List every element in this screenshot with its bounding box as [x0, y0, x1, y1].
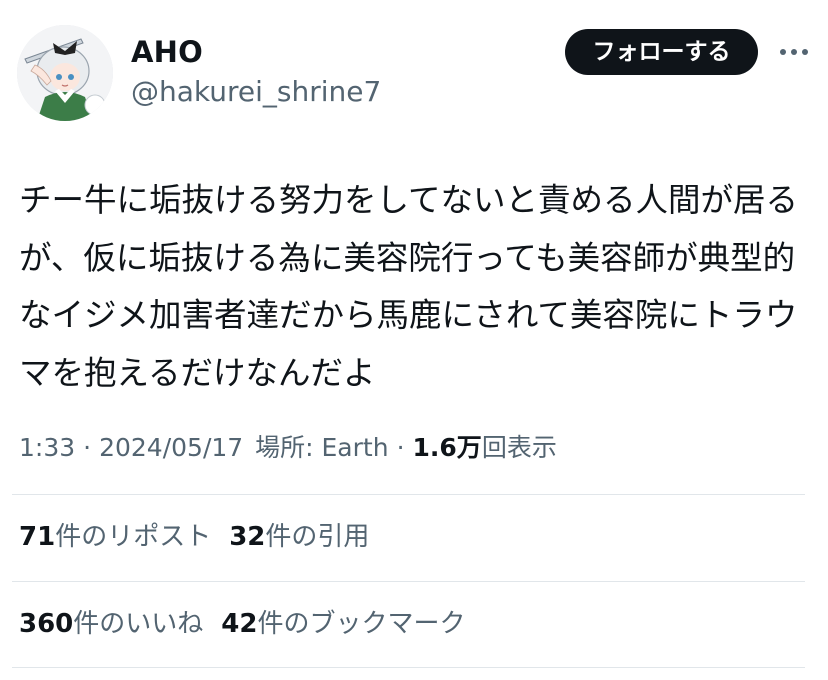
tweet-text: チー牛に垢抜ける努力をしてないと責める人間が居るが、仮に垢抜ける為に美容院行って… [19, 181, 799, 392]
follow-button[interactable]: フォローする [565, 29, 758, 75]
meta-separator: · [83, 433, 92, 462]
views-count: 1.6万 [412, 433, 482, 462]
divider [12, 581, 805, 582]
likes-label: 件のいいね [73, 609, 204, 639]
meta-separator: · [396, 433, 405, 462]
avatar[interactable] [17, 25, 113, 121]
quotes-label: 件の引用 [265, 522, 370, 552]
user-handle[interactable]: @hakurei_shrine7 [131, 72, 381, 112]
tweet-time[interactable]: 1:33 [19, 433, 75, 462]
reposts-count: 71 [19, 522, 56, 552]
display-name[interactable]: AHO [131, 32, 203, 72]
reposts-label: 件のリポスト [55, 522, 212, 552]
quotes-stat[interactable]: 32件の引用 [229, 515, 369, 559]
tweet-detail: AHO @hakurei_shrine7 フォローする チー牛に垢抜ける努力をし… [0, 0, 828, 680]
tweet-date[interactable]: 2024/05/17 [99, 433, 243, 462]
views-label: 回表示 [481, 433, 557, 462]
quotes-count: 32 [229, 522, 266, 552]
likes-count: 360 [19, 609, 74, 639]
tweet-meta: 1:33 · 2024/05/17 場所: Earth · 1.6万回表示 [19, 428, 557, 468]
stats-row-reactions: 360件のいいね 42件のブックマーク [19, 602, 484, 646]
bookmarks-stat[interactable]: 42件のブックマーク [221, 602, 465, 646]
more-button[interactable] [776, 38, 812, 66]
divider [12, 494, 805, 495]
bookmarks-count: 42 [221, 609, 258, 639]
reposts-stat[interactable]: 71件のリポスト [19, 515, 211, 559]
anime-character-avatar-icon [17, 25, 113, 121]
stats-row-engagement: 71件のリポスト 32件の引用 [19, 515, 387, 559]
divider [12, 667, 805, 668]
tweet-location: 場所: Earth [255, 433, 389, 462]
likes-stat[interactable]: 360件のいいね [19, 602, 203, 646]
bookmarks-label: 件のブックマーク [257, 609, 466, 639]
more-horizontal-icon [780, 49, 808, 55]
